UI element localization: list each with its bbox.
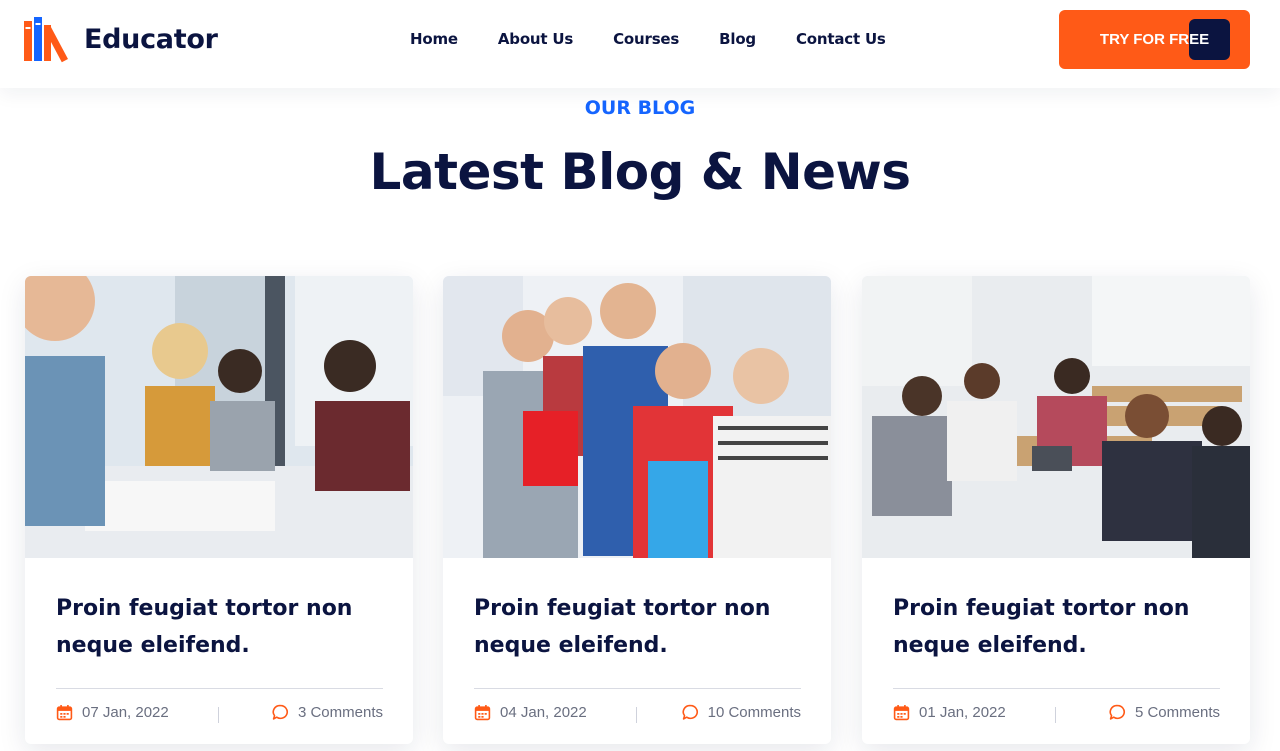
- comment-bubble-icon: [682, 704, 698, 720]
- meta-separator: [218, 707, 219, 723]
- nav-about-us[interactable]: About Us: [498, 28, 573, 50]
- post-comments-link[interactable]: 3 Comments: [272, 704, 383, 721]
- section-title: Latest Blog & News: [369, 143, 912, 201]
- post-title[interactable]: Proin feugiat tortor non neque eleifend.: [474, 590, 804, 664]
- nav-home[interactable]: Home: [410, 28, 458, 50]
- meta-separator: [636, 707, 637, 723]
- post-comments-link[interactable]: 10 Comments: [682, 704, 801, 721]
- blog-card[interactable]: Proin feugiat tortor non neque eleifend.…: [25, 276, 413, 744]
- post-comments-text: 10 Comments: [707, 704, 801, 721]
- post-title[interactable]: Proin feugiat tortor non neque eleifend.: [893, 590, 1223, 664]
- post-comments-text: 3 Comments: [297, 704, 383, 721]
- nav-contact-us[interactable]: Contact Us: [796, 28, 886, 50]
- comment-bubble-icon: [272, 704, 288, 720]
- nav-courses[interactable]: Courses: [613, 28, 679, 50]
- classroom-photo[interactable]: [862, 276, 1250, 558]
- try-for-free-button[interactable]: TRY FOR FREE: [1059, 10, 1250, 69]
- post-date-text: 07 Jan, 2022: [82, 704, 169, 721]
- try-for-free-label: TRY FOR FREE: [1099, 31, 1210, 48]
- post-date: 07 Jan, 2022: [56, 704, 169, 721]
- post-comments-text: 5 Comments: [1134, 704, 1220, 721]
- books-logo-icon: [24, 17, 68, 63]
- card-divider: [56, 688, 383, 689]
- calendar-icon: [893, 705, 910, 721]
- meta-separator: [1055, 707, 1056, 723]
- site-header: Educator Home About Us Courses Blog Cont…: [0, 0, 1280, 88]
- logo-text: Educator: [84, 23, 218, 55]
- happy-students-photo[interactable]: [443, 276, 831, 558]
- calendar-icon: [474, 705, 491, 721]
- post-date-text: 04 Jan, 2022: [500, 704, 587, 721]
- post-title[interactable]: Proin feugiat tortor non neque eleifend.: [56, 590, 386, 664]
- post-date-text: 01 Jan, 2022: [919, 704, 1006, 721]
- main-nav: Home About Us Courses Blog Contact Us: [410, 28, 926, 50]
- students-studying-photo[interactable]: [25, 276, 413, 558]
- blog-card[interactable]: Proin feugiat tortor non neque eleifend.…: [862, 276, 1250, 744]
- post-date: 01 Jan, 2022: [893, 704, 1006, 721]
- card-divider: [893, 688, 1220, 689]
- logo[interactable]: Educator: [24, 15, 218, 63]
- card-divider: [474, 688, 801, 689]
- blog-card[interactable]: Proin feugiat tortor non neque eleifend.…: [443, 276, 831, 744]
- section-eyebrow: OUR BLOG: [584, 97, 696, 119]
- nav-blog[interactable]: Blog: [719, 28, 756, 50]
- post-meta: 07 Jan, 2022 3 Comments: [56, 704, 383, 726]
- post-meta: 01 Jan, 2022 5 Comments: [893, 704, 1220, 726]
- post-comments-link[interactable]: 5 Comments: [1109, 704, 1220, 721]
- post-date: 04 Jan, 2022: [474, 704, 587, 721]
- post-meta: 04 Jan, 2022 10 Comments: [474, 704, 801, 726]
- comment-bubble-icon: [1109, 704, 1125, 720]
- calendar-icon: [56, 705, 73, 721]
